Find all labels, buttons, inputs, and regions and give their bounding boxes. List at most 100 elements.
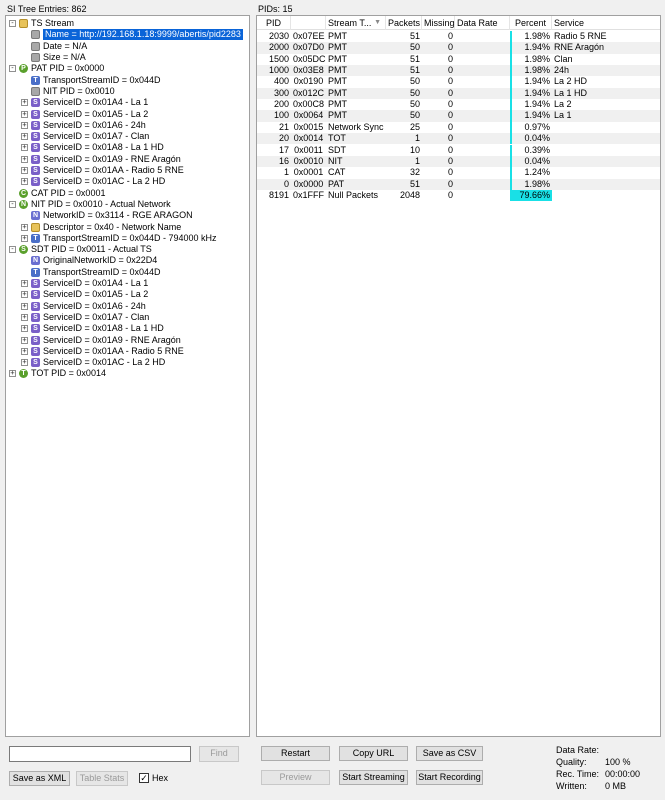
table-row[interactable]: 17 0x0011 SDT 10 0 0.39% xyxy=(257,144,660,156)
column-header-data-rate[interactable]: Data Rate xyxy=(455,16,510,30)
tree-node[interactable]: + S ServiceID = 0x01AC - La 2 HD xyxy=(21,357,165,368)
expand-icon[interactable]: + xyxy=(21,155,28,163)
expand-icon[interactable]: + xyxy=(21,359,28,367)
table-row[interactable]: 21 0x0015 Network Sync 25 0 0.97% xyxy=(257,121,660,134)
column-header-pid[interactable]: PID xyxy=(257,16,291,30)
tree-node[interactable]: N OriginalNetworkID = 0x22D4 xyxy=(21,255,157,266)
collapse-icon[interactable]: - xyxy=(9,200,16,208)
pid-table-view[interactable]: PID Stream T... ▼ Packets Missing Data Rate Pe… xyxy=(256,15,661,737)
tree-node[interactable]: - N NIT PID = 0x0010 - Actual Network xyxy=(9,199,171,210)
expand-icon[interactable]: + xyxy=(21,313,28,321)
tree-node[interactable]: T TransportStreamID = 0x044D xyxy=(21,75,160,86)
tree-node[interactable]: - S SDT PID = 0x0011 - Actual TS xyxy=(9,244,152,255)
collapse-icon[interactable]: - xyxy=(9,65,16,73)
tree-node[interactable]: + S ServiceID = 0x01A8 - La 1 HD xyxy=(21,142,164,153)
tree-node[interactable]: T TransportStreamID = 0x044D xyxy=(21,267,160,278)
tree-node[interactable]: + T TOT PID = 0x0014 xyxy=(9,368,106,379)
expand-icon[interactable]: + xyxy=(21,99,28,107)
table-row[interactable]: 100 0x0064 PMT 50 0 1.94% La 1 xyxy=(257,110,660,122)
tree-node-label: Name = http://192.168.1.18:9999/abertis/… xyxy=(42,28,244,42)
expand-icon[interactable]: + xyxy=(9,370,16,378)
table-row[interactable]: 300 0x012C PMT 50 0 1.94% La 1 HD xyxy=(257,87,660,100)
tree-node[interactable]: + S ServiceID = 0x01A7 - Clan xyxy=(21,312,149,323)
table-stats-button[interactable]: Table Stats xyxy=(76,771,128,786)
cell-data-rate xyxy=(455,42,510,53)
table-row[interactable]: 1500 0x05DC PMT 51 0 1.98% Clan xyxy=(257,53,660,66)
table-row[interactable]: 2030 0x07EE PMT 51 0 1.98% Radio 5 RNE xyxy=(257,31,660,43)
tree-node-label: ServiceID = 0x01A8 - La 1 HD xyxy=(43,323,164,334)
tree-node[interactable]: - P PAT PID = 0x0000 xyxy=(9,63,104,74)
search-input[interactable] xyxy=(9,746,191,762)
expand-icon[interactable]: + xyxy=(21,167,28,175)
save-as-xml-button[interactable]: Save as XML xyxy=(9,771,70,786)
expand-icon[interactable]: + xyxy=(21,302,28,310)
cell-percent: 1.94% xyxy=(510,87,552,100)
table-row[interactable]: 1000 0x03E8 PMT 51 0 1.98% 24h xyxy=(257,65,660,77)
collapse-icon[interactable]: - xyxy=(9,246,16,254)
column-header-hex[interactable] xyxy=(291,16,326,30)
column-header-service[interactable]: Service xyxy=(552,16,660,30)
collapse-icon[interactable]: - xyxy=(9,20,16,28)
expand-icon[interactable]: + xyxy=(21,121,28,129)
tree-node[interactable]: + Descriptor = 0x40 - Network Name xyxy=(21,221,181,232)
find-button[interactable]: Find xyxy=(199,746,239,762)
table-row[interactable]: 20 0x0014 TOT 1 0 0.04% xyxy=(257,133,660,145)
column-header-missing[interactable]: Missing xyxy=(422,16,455,30)
expand-icon[interactable]: + xyxy=(21,280,28,288)
table-row[interactable]: 1 0x0001 CAT 32 0 1.24% xyxy=(257,167,660,179)
table-row[interactable]: 0 0x0000 PAT 51 0 1.98% xyxy=(257,178,660,190)
table-row[interactable]: 16 0x0010 NIT 1 0 0.04% xyxy=(257,155,660,168)
expand-icon[interactable]: + xyxy=(21,291,28,299)
tree-node[interactable]: + T TransportStreamID = 0x044D - 794000 kH… xyxy=(21,233,217,244)
si-tree-view[interactable]: - TS Stream Name = http://192.168.1.18:999… xyxy=(5,15,250,737)
tree-node[interactable]: + S ServiceID = 0x01A5 - La 2 xyxy=(21,289,148,300)
tree-node[interactable]: + S ServiceID = 0x01A4 - La 1 xyxy=(21,97,148,108)
tree-node[interactable]: + S ServiceID = 0x01AA - Radio 5 RNE xyxy=(21,165,184,176)
tree-node[interactable]: + S ServiceID = 0x01A4 - La 1 xyxy=(21,278,148,289)
expand-icon[interactable]: + xyxy=(21,234,28,242)
expand-icon[interactable]: + xyxy=(21,347,28,355)
expand-icon[interactable]: + xyxy=(21,223,28,231)
tree-node[interactable]: Size = N/A xyxy=(21,52,86,63)
tree-node[interactable]: + S ServiceID = 0x01A6 - 24h xyxy=(21,301,146,312)
tree-node[interactable]: C CAT PID = 0x0001 xyxy=(9,188,105,199)
table-row[interactable]: 200 0x00C8 PMT 50 0 1.94% La 2 xyxy=(257,99,660,111)
expand-icon[interactable]: + xyxy=(21,133,28,141)
tree-node[interactable]: Date = N/A xyxy=(21,41,87,52)
preview-button[interactable]: Preview xyxy=(261,770,330,785)
expand-icon[interactable]: + xyxy=(21,110,28,118)
tree-node[interactable]: N NetworkID = 0x3114 - RGE ARAGON xyxy=(21,210,193,221)
start-streaming-button[interactable]: Start Streaming xyxy=(339,770,408,785)
percent-bar xyxy=(510,53,512,66)
tree-node-label: Descriptor = 0x40 - Network Name xyxy=(43,221,182,232)
tree-node[interactable]: + S ServiceID = 0x01A7 - Clan xyxy=(21,131,149,142)
table-row[interactable]: 2000 0x07D0 PMT 50 0 1.94% RNE Aragón xyxy=(257,42,660,54)
tree-node[interactable]: + S ServiceID = 0x01A9 - RNE Aragón xyxy=(21,334,181,345)
expand-icon[interactable]: + xyxy=(21,144,28,152)
tree-node[interactable]: + S ServiceID = 0x01A8 - La 1 HD xyxy=(21,323,164,334)
node-type-icon: T xyxy=(31,75,40,85)
tree-node[interactable]: + S ServiceID = 0x01AA - Radio 5 RNE xyxy=(21,346,184,357)
cell-hex: 0x0064 xyxy=(293,110,324,121)
tree-node[interactable]: + S ServiceID = 0x01A5 - La 2 xyxy=(21,108,148,119)
tree-node[interactable]: Name = http://192.168.1.18:9999/abertis/… xyxy=(21,28,244,42)
tree-node[interactable]: NIT PID = 0x0010 xyxy=(21,86,115,97)
expand-icon[interactable]: + xyxy=(21,178,28,186)
column-header-packets[interactable]: Packets xyxy=(386,16,422,30)
tree-node[interactable]: + S ServiceID = 0x01A9 - RNE Aragón xyxy=(21,154,181,165)
restart-button[interactable]: Restart xyxy=(261,746,330,761)
column-header-percent[interactable]: Percent xyxy=(510,16,552,30)
start-recording-button[interactable]: Start Recording xyxy=(416,770,483,785)
save-as-csv-button[interactable]: Save as CSV xyxy=(416,746,483,761)
tree-node[interactable]: - TS Stream xyxy=(9,18,74,29)
tree-node[interactable]: + S ServiceID = 0x01AC - La 2 HD xyxy=(21,176,165,187)
copy-url-button[interactable]: Copy URL xyxy=(339,746,408,761)
expand-icon[interactable]: + xyxy=(21,325,28,333)
table-row[interactable]: 8191 0x1FFF Null Packets 2048 0 79.66% xyxy=(257,189,660,202)
expand-icon[interactable]: + xyxy=(21,336,28,344)
column-header-stream-type[interactable]: Stream T... ▼ xyxy=(326,16,386,30)
table-row[interactable]: 400 0x0190 PMT 50 0 1.94% La 2 HD xyxy=(257,76,660,88)
percent-bar xyxy=(510,42,512,54)
hex-checkbox[interactable]: ✓ xyxy=(139,773,149,783)
tree-node[interactable]: + S ServiceID = 0x01A6 - 24h xyxy=(21,120,146,131)
